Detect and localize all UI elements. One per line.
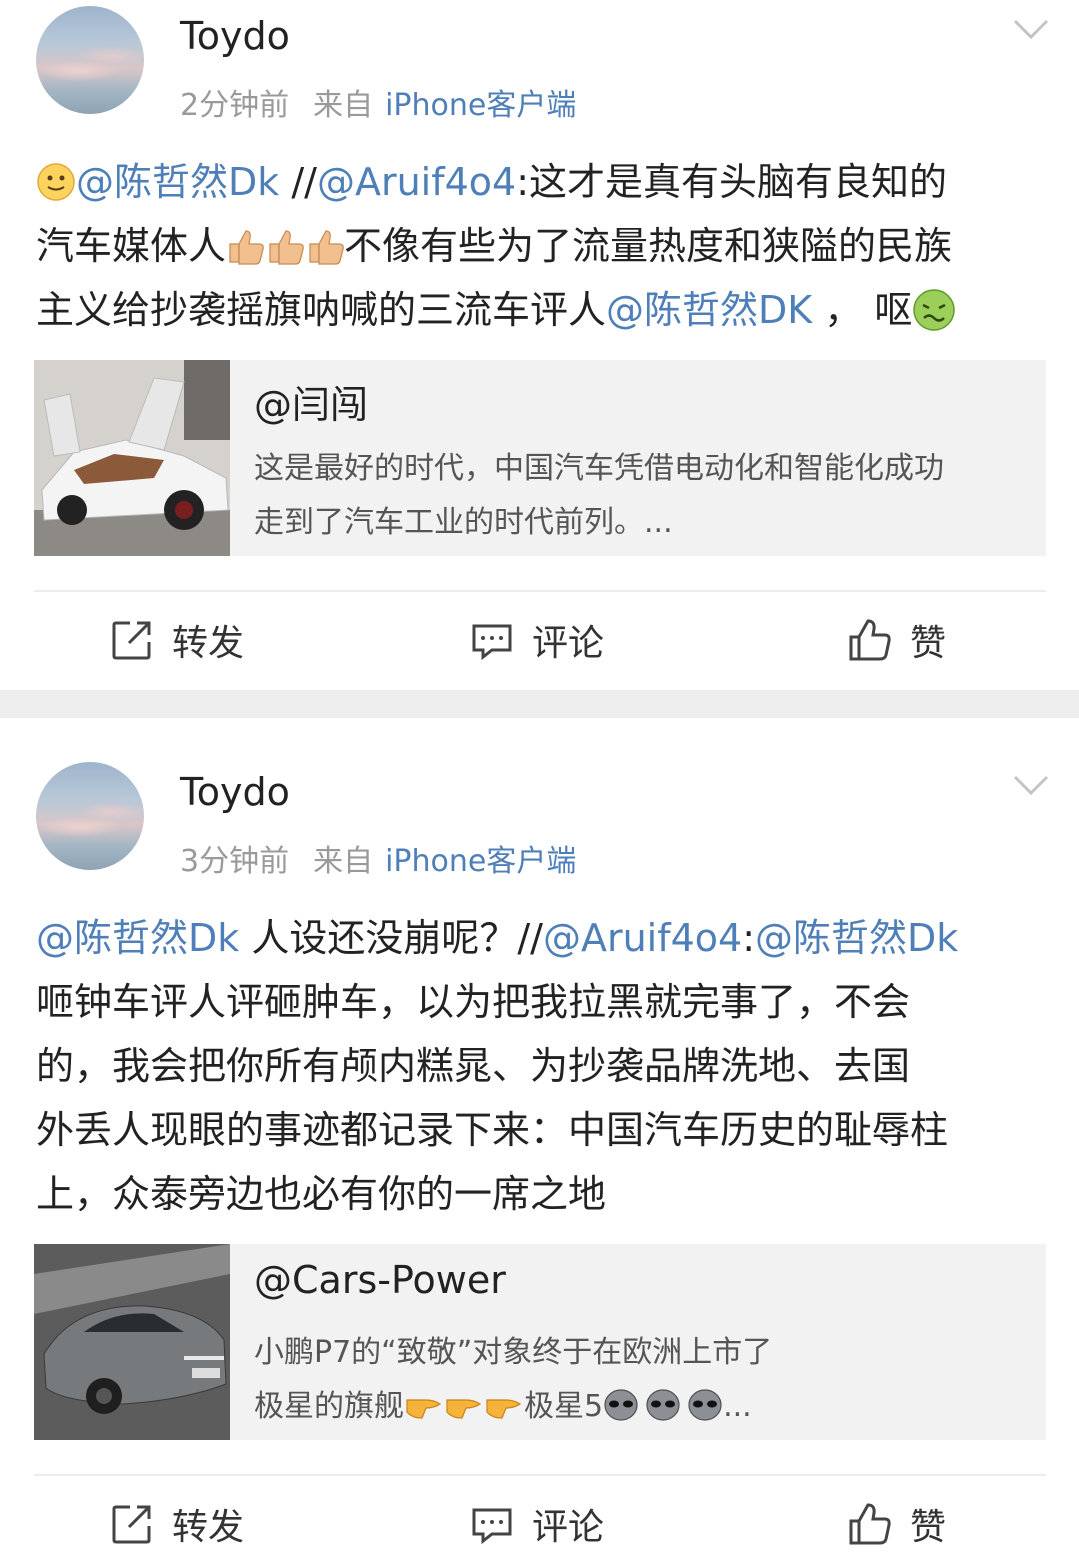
content-line: 咂钟车评人评砸肿车，以为把我拉黑就完事了，不会 (36, 980, 911, 1024)
divider (34, 590, 1046, 592)
content-line: 主义给抄袭摇旗呐喊的三流车评人@陈哲然DK ， 呕 (36, 278, 1043, 342)
post-separator (0, 690, 1079, 718)
chevron-down-icon[interactable] (1013, 774, 1049, 798)
quoted-post-card[interactable]: @Cars-Power 小鹏P7的“致敬”对象终于在欧洲上市了 极星的旗舰 极星5… (34, 1244, 1046, 1440)
mention-link[interactable]: @陈哲然Dk (36, 916, 239, 960)
post-meta: 3分钟前 来自 iPhone客户端 (180, 836, 576, 880)
source-prefix: 来自 (313, 88, 374, 123)
like-button[interactable]: 赞 (848, 610, 946, 670)
client-link[interactable]: iPhone客户端 (385, 88, 576, 123)
car-photo-image (34, 360, 230, 556)
quoted-post-card[interactable]: @闫闯 这是最好的时代，中国汽车凭借电动化和智能化成功 走到了汽车工业的时代前列… (34, 360, 1046, 556)
content-text: 不像有些为了流量热度和狭隘的民族 (344, 224, 953, 268)
car-photo-image (34, 1244, 230, 1440)
comment-label: 评论 (532, 1507, 605, 1548)
quoted-text-part: ... (723, 1389, 752, 1424)
chevron-down-icon[interactable] (1013, 18, 1049, 42)
content-line: 上，众泰旁边也必有你的一席之地 (36, 1172, 607, 1216)
quoted-text-line: 小鹏P7的“致敬”对象终于在欧洲上市了 (254, 1335, 773, 1370)
quoted-text-part: 极星的旗舰 (254, 1389, 404, 1424)
content-text: 汽车媒体人 (36, 224, 227, 268)
content-text: 主义给抄袭摇旗呐喊的三流车评人 (36, 288, 607, 332)
like-label: 赞 (910, 1507, 947, 1548)
thumbs-up-emoji-icon (229, 229, 344, 265)
comment-icon (472, 624, 512, 661)
alien-emoji-icon (604, 1388, 722, 1421)
quoted-thumbnail[interactable] (34, 360, 230, 556)
mention-link[interactable]: @Aruif4o4 (317, 160, 516, 204)
nauseated-emoji-icon (913, 288, 956, 331)
avatar[interactable] (36, 6, 144, 114)
weibo-post: Toydo 3分钟前 来自 iPhone客户端 @陈哲然Dk 人设还没崩呢？//@A… (0, 718, 1079, 1562)
mention-link[interactable]: @陈哲然DK (606, 288, 812, 332)
content-text: : (742, 916, 756, 960)
content-line: @陈哲然Dk //@Aruif4o4:这才是真有头脑有良知的 (36, 150, 1043, 214)
quoted-author[interactable]: @Cars-Power (254, 1258, 506, 1302)
repost-icon (112, 1505, 151, 1544)
like-icon (849, 1503, 891, 1545)
quoted-text-line: 极星的旗舰 极星5... (254, 1380, 1036, 1434)
smile-emoji-icon (37, 162, 75, 201)
author-name[interactable]: Toydo (180, 770, 290, 814)
quoted-thumbnail[interactable] (34, 1244, 230, 1440)
comment-button[interactable]: 评论 (470, 610, 604, 670)
divider (34, 1474, 1046, 1476)
content-line: 汽车媒体人 不像有些为了流量热度和狭隘的民族 (36, 214, 1043, 278)
mention-link[interactable]: @陈哲然Dk (76, 160, 279, 204)
like-label: 赞 (910, 623, 947, 664)
author-name[interactable]: Toydo (180, 14, 290, 58)
comment-icon (472, 1508, 512, 1545)
content-text: // (279, 160, 317, 204)
post-time: 3分钟前 (180, 844, 290, 879)
repost-label: 转发 (172, 1507, 245, 1548)
repost-label: 转发 (172, 623, 245, 664)
comment-button[interactable]: 评论 (470, 1494, 604, 1554)
content-text: :这才是真有头脑有良知的 (516, 160, 948, 204)
content-line: 外丢人现眼的事迹都记录下来：中国汽车历史的耻辱柱 (36, 1108, 949, 1152)
mention-link[interactable]: @Aruif4o4 (543, 916, 742, 960)
quoted-text-line: 走到了汽车工业的时代前列。... (254, 505, 673, 540)
quoted-text: 小鹏P7的“致敬”对象终于在欧洲上市了 极星的旗舰 极星5... (254, 1326, 1036, 1434)
pointing-right-emoji-icon (406, 1398, 522, 1419)
content-line: @陈哲然Dk 人设还没崩呢？//@Aruif4o4:@陈哲然Dk (36, 906, 1043, 970)
repost-icon (112, 621, 151, 660)
content-line: 的，我会把你所有颅内糕晁、为抄袭品牌洗地、去国 (36, 1044, 911, 1088)
post-content: @陈哲然Dk 人设还没崩呢？//@Aruif4o4:@陈哲然Dk 咂钟车评人评砸… (36, 906, 1043, 1226)
action-bar: 转发 评论 赞 (0, 1494, 1079, 1554)
weibo-post: Toydo 2分钟前 来自 iPhone客户端 @陈哲然Dk //@Aruif4o4… (0, 0, 1079, 690)
repost-button[interactable]: 转发 (110, 1494, 244, 1554)
post-content: @陈哲然Dk //@Aruif4o4:这才是真有头脑有良知的 汽车媒体人 不像有些… (36, 150, 1043, 342)
quoted-author[interactable]: @闫闯 (254, 374, 368, 429)
repost-button[interactable]: 转发 (110, 610, 244, 670)
like-icon (849, 619, 891, 661)
comment-label: 评论 (532, 623, 605, 664)
quoted-text: 这是最好的时代，中国汽车凭借电动化和智能化成功 走到了汽车工业的时代前列。... (254, 442, 1036, 550)
avatar[interactable] (36, 762, 144, 870)
quoted-text-part: 极星5 (524, 1389, 604, 1424)
mention-link[interactable]: @陈哲然Dk (755, 916, 958, 960)
post-time: 2分钟前 (180, 88, 290, 123)
action-bar: 转发 评论 赞 (0, 610, 1079, 670)
quoted-text-line: 这是最好的时代，中国汽车凭借电动化和智能化成功 (254, 451, 944, 486)
like-button[interactable]: 赞 (848, 1494, 946, 1554)
content-text: ， 呕 (812, 288, 913, 332)
client-link[interactable]: iPhone客户端 (385, 844, 576, 879)
source-prefix: 来自 (313, 844, 374, 879)
post-meta: 2分钟前 来自 iPhone客户端 (180, 80, 576, 124)
content-text: 人设还没崩呢？// (239, 916, 543, 960)
